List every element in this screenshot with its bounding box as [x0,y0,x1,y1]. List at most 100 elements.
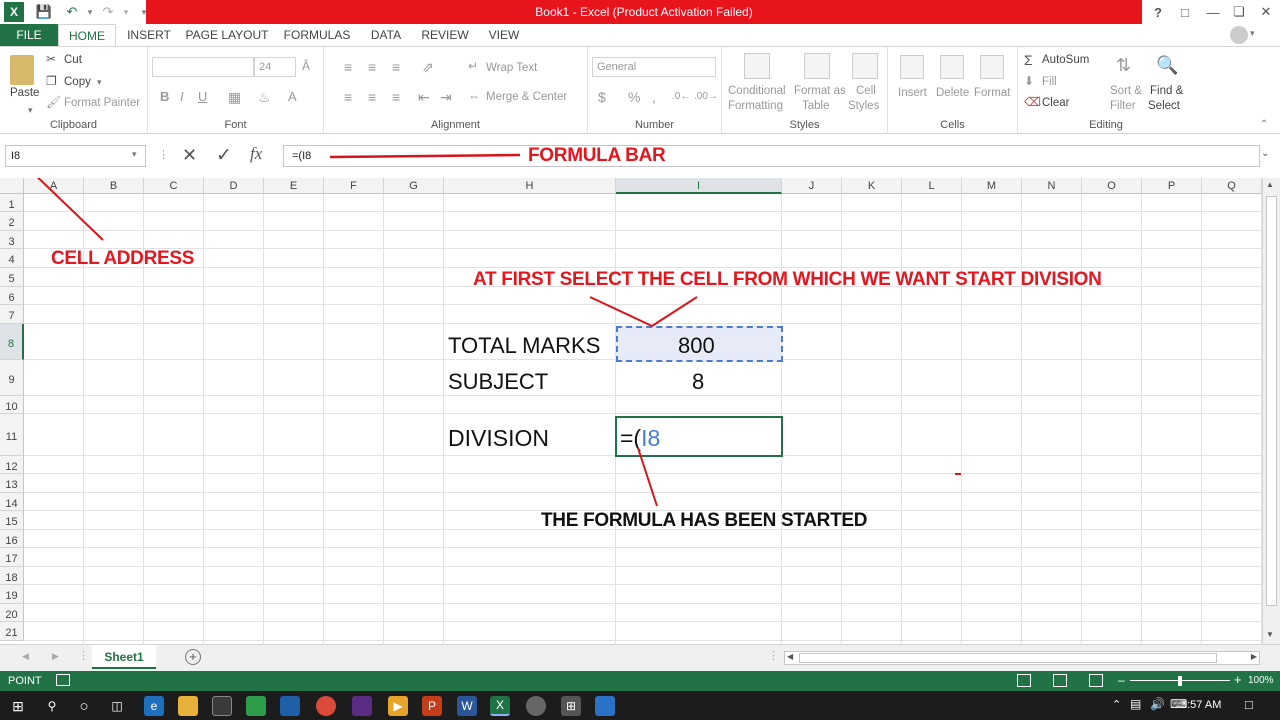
col-header-f[interactable]: F [324,178,384,194]
align-middle-icon[interactable]: ≡ [368,59,376,75]
name-box-dropdown-icon[interactable]: ▾ [132,149,137,160]
row-header-6[interactable]: 6 [0,287,24,305]
help-button[interactable]: ? [1145,0,1171,24]
fill-icon[interactable]: ⬇ [1024,74,1034,88]
copy-icon[interactable]: ❐ [46,74,57,88]
redo-icon[interactable]: ↷ [98,2,118,22]
page-layout-view-icon[interactable] [1053,674,1067,687]
undo-icon[interactable]: ↶ [62,2,82,22]
decrease-indent-icon[interactable]: ⇤ [418,89,430,106]
sheet-tab-sheet1[interactable]: Sheet1 [92,645,156,669]
scroll-left-icon[interactable]: ◀ [787,652,793,661]
col-header-n[interactable]: N [1022,178,1082,194]
normal-view-icon[interactable] [1017,674,1031,687]
italic-icon[interactable]: I [180,89,184,104]
volume-icon[interactable]: 🔊 [1150,697,1165,711]
sort-filter-label-2[interactable]: Filter [1110,100,1136,112]
search-icon[interactable]: ⚲ [42,696,62,716]
minimize-icon[interactable]: — [1200,0,1226,24]
cell-styles-label-2[interactable]: Styles [848,100,879,112]
scroll-up-icon[interactable]: ▲ [1266,180,1274,189]
currency-icon[interactable]: $ [598,89,606,105]
zoom-out-icon[interactable]: – [1118,673,1125,687]
format-as-table-label-2[interactable]: Table [802,100,830,112]
row-header-16[interactable]: 16 [0,530,24,548]
mail-icon[interactable] [280,696,300,716]
tab-data[interactable]: DATA [364,24,408,46]
delete-cells-button[interactable]: Delete [936,87,969,99]
zoom-slider-thumb[interactable] [1178,676,1182,686]
cell-h11[interactable]: DIVISION [448,425,549,452]
row-header-10[interactable]: 10 [0,396,24,414]
vertical-scrollbar[interactable]: ▲ ▼ [1262,178,1280,644]
name-box[interactable]: I8 [5,145,146,167]
onenote-icon[interactable] [352,696,372,716]
media-player-icon[interactable]: ▶ [388,696,408,716]
delete-cells-icon[interactable] [940,55,964,79]
borders-icon[interactable]: ▦ [228,89,241,106]
photos-icon[interactable] [595,696,615,716]
app-taskbar-icon[interactable] [526,696,546,716]
cut-button[interactable]: Cut [64,54,82,66]
prev-sheet-icon[interactable]: ◀ [22,651,29,662]
powerpoint-icon[interactable]: P [422,696,442,716]
col-header-j[interactable]: J [782,178,842,194]
row-header-11[interactable]: 11 [0,414,24,456]
row-header-4[interactable]: 4 [0,249,24,268]
fill-button[interactable]: Fill [1042,76,1057,88]
sort-filter-icon[interactable]: ⇅ [1116,55,1131,76]
tab-page-layout[interactable]: PAGE LAYOUT [184,24,270,46]
autosum-button[interactable]: AutoSum [1042,54,1089,66]
merge-center-button[interactable]: Merge & Center [486,91,567,103]
undo-dropdown-icon[interactable]: ▾ [80,2,100,22]
align-top-icon[interactable]: ≡ [344,59,352,75]
row-header-20[interactable]: 20 [0,604,24,622]
align-center-icon[interactable]: ≡ [368,89,376,105]
find-select-label-1[interactable]: Find & [1150,85,1183,97]
tray-chevron-icon[interactable]: ⌃ [1112,698,1121,711]
conditional-formatting-label-1[interactable]: Conditional [728,85,786,97]
merge-center-icon[interactable]: ⇔ [468,89,480,103]
copy-button[interactable]: Copy [64,76,91,88]
vertical-scroll-thumb[interactable] [1266,196,1277,606]
horizontal-scrollbar[interactable]: ◀ ▶ [784,651,1260,665]
worksheet-grid[interactable]: ABCDEFGHIJKLMNOPQ 1 2 3 4 5 6 7 8 9 10 11 12 13 14 15 1… [0,178,1262,644]
row-header-2[interactable]: 2 [0,212,24,231]
copy-dropdown-icon[interactable]: ▾ [97,77,102,88]
scroll-down-icon[interactable]: ▼ [1266,630,1274,639]
formula-input[interactable]: =(I8 [283,145,1260,167]
tab-file[interactable]: FILE [0,24,58,46]
underline-icon[interactable]: U [198,89,207,104]
col-header-a[interactable]: A [24,178,84,194]
col-header-q[interactable]: Q [1202,178,1262,194]
cancel-icon[interactable]: ✕ [182,145,197,166]
find-select-label-2[interactable]: Select [1148,100,1180,112]
tab-review[interactable]: REVIEW [418,24,472,46]
sort-filter-label-1[interactable]: Sort & [1110,85,1142,97]
col-header-m[interactable]: M [962,178,1022,194]
format-painter-button[interactable]: Format Painter [64,97,140,109]
format-cells-button[interactable]: Format [974,87,1010,99]
row-header-17[interactable]: 17 [0,548,24,567]
macro-record-icon[interactable] [56,674,70,686]
row-header-3[interactable]: 3 [0,231,24,249]
autosum-icon[interactable]: Σ [1024,52,1033,68]
wrap-text-icon[interactable]: ↵ [468,59,478,73]
clear-icon[interactable]: ⌫ [1024,95,1041,109]
decrease-decimal-icon[interactable]: .00→ [694,91,718,102]
paste-button[interactable]: Paste [10,87,39,99]
page-break-view-icon[interactable] [1089,674,1103,687]
horizontal-scroll-thumb[interactable] [799,653,1217,663]
conditional-formatting-icon[interactable] [744,53,770,79]
align-bottom-icon[interactable]: ≡ [392,59,400,75]
find-select-icon[interactable]: 🔍 [1156,55,1178,76]
row-header-21[interactable]: 21 [0,622,24,641]
cut-icon[interactable]: ✂ [46,52,56,66]
font-color-icon[interactable]: A [288,89,297,104]
increase-indent-icon[interactable]: ⇥ [440,89,452,106]
row-header-7[interactable]: 7 [0,305,24,324]
notifications-icon[interactable]: □ [1245,697,1253,712]
row-header-15[interactable]: 15 [0,511,24,530]
account-avatar[interactable] [1230,26,1248,44]
cell-h9[interactable]: SUBJECT [448,369,548,395]
